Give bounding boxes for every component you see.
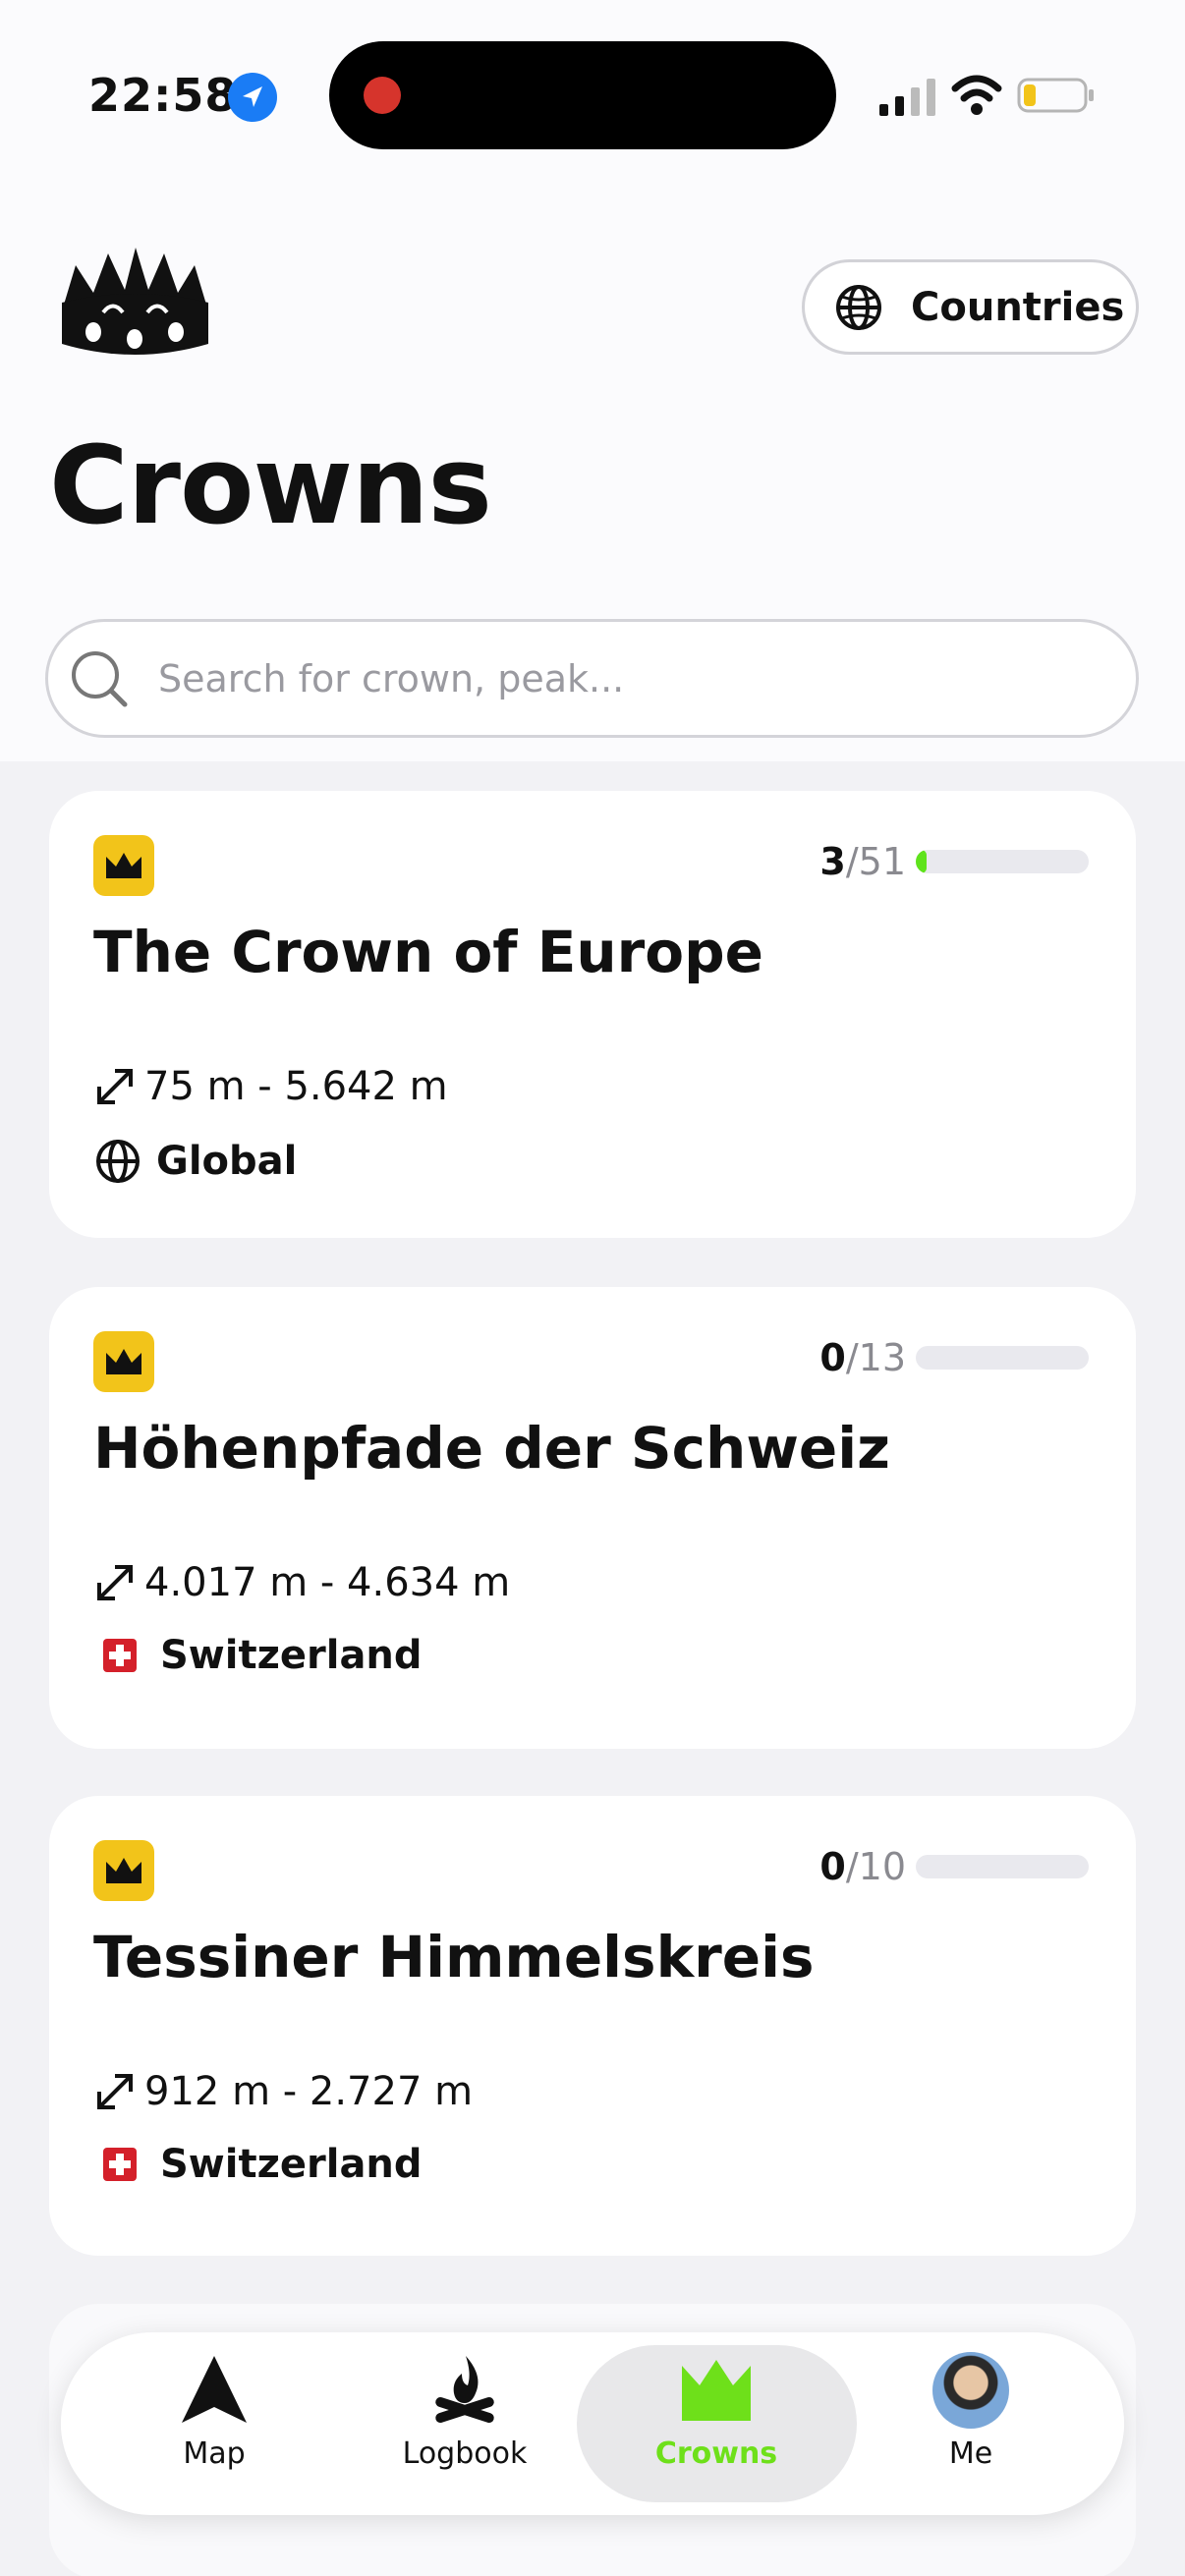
bottom-tab-bar: Map Logbook Crowns Me xyxy=(61,2332,1124,2515)
elevation-range: 912 m - 2.727 m xyxy=(93,2069,473,2114)
tab-label: Map xyxy=(183,2436,246,2471)
tab-label: Logbook xyxy=(402,2436,528,2471)
crown-progress: 3/51 xyxy=(819,840,1089,883)
swiss-flag-icon xyxy=(103,1639,137,1672)
tab-label: Crowns xyxy=(654,2436,778,2471)
crown-card[interactable]: 3/51 The Crown of Europe 75 m - 5.642 m … xyxy=(49,791,1136,1238)
countries-button[interactable]: Countries xyxy=(802,259,1139,355)
countries-label: Countries xyxy=(911,284,1125,330)
page-title: Crowns xyxy=(49,422,492,548)
progress-total: /10 xyxy=(845,1845,906,1888)
expand-arrows-icon xyxy=(97,2074,133,2109)
dynamic-island xyxy=(329,41,836,149)
globe-icon xyxy=(96,1140,140,1183)
tab-logbook[interactable]: Logbook xyxy=(367,2352,563,2499)
progress-bar xyxy=(916,1346,1089,1370)
crown-progress: 0/10 xyxy=(819,1845,1089,1888)
tab-me[interactable]: Me xyxy=(873,2352,1069,2499)
progress-bar-fill xyxy=(916,850,927,873)
elevation-range: 75 m - 5.642 m xyxy=(93,1064,448,1109)
swiss-flag-icon xyxy=(103,2148,137,2181)
elevation-range: 4.017 m - 4.634 m xyxy=(93,1560,510,1605)
crown-badge-icon xyxy=(93,835,154,896)
search-bar[interactable] xyxy=(45,619,1139,738)
progress-bar xyxy=(916,1855,1089,1878)
avatar xyxy=(932,2352,1009,2429)
region-label: Global xyxy=(156,1139,298,1184)
tab-crowns[interactable]: Crowns xyxy=(618,2352,815,2499)
cellular-signal-icon xyxy=(879,79,935,116)
elevation-range-text: 4.017 m - 4.634 m xyxy=(144,1560,511,1605)
progress-bar xyxy=(916,850,1089,873)
progress-completed: 0 xyxy=(819,1336,846,1379)
crown-badge-icon xyxy=(93,1331,154,1392)
recording-indicator-icon xyxy=(364,77,401,114)
tab-label: Me xyxy=(948,2436,993,2471)
crown-progress: 0/13 xyxy=(819,1336,1089,1379)
crown-card[interactable]: 0/13 Höhenpfade der Schweiz 4.017 m - 4.… xyxy=(49,1287,1136,1749)
status-time: 22:58 xyxy=(88,69,238,122)
battery-icon xyxy=(1017,78,1094,113)
wifi-icon xyxy=(951,75,1002,115)
status-bar: 22:58 xyxy=(0,0,1185,187)
crown-region: Switzerland xyxy=(93,1633,423,1678)
crown-title: Höhenpfade der Schweiz xyxy=(93,1415,890,1482)
progress-total: /13 xyxy=(845,1336,906,1379)
progress-completed: 0 xyxy=(819,1845,846,1888)
region-label: Switzerland xyxy=(160,2142,423,2187)
crown-badge-icon xyxy=(93,1840,154,1901)
crown-logo-icon xyxy=(62,248,208,355)
crown-card[interactable]: 0/10 Tessiner Himmelskreis 912 m - 2.727… xyxy=(49,1796,1136,2256)
elevation-range-text: 75 m - 5.642 m xyxy=(144,1064,448,1109)
region-label: Switzerland xyxy=(160,1633,423,1678)
expand-arrows-icon xyxy=(97,1069,133,1104)
search-input[interactable] xyxy=(158,656,1043,700)
crown-region: Global xyxy=(93,1137,297,1186)
elevation-range-text: 912 m - 2.727 m xyxy=(144,2069,474,2114)
location-arrow-icon xyxy=(228,73,277,122)
crown-icon xyxy=(682,2360,751,2421)
campfire-icon xyxy=(435,2356,494,2424)
progress-total: /51 xyxy=(845,840,906,883)
map-arrow-icon xyxy=(182,2356,247,2423)
crown-title: The Crown of Europe xyxy=(93,919,763,985)
search-icon xyxy=(72,650,128,706)
crown-region: Switzerland xyxy=(93,2142,423,2187)
tab-map[interactable]: Map xyxy=(116,2352,312,2499)
globe-icon xyxy=(836,284,881,330)
progress-completed: 3 xyxy=(819,840,846,883)
crown-title: Tessiner Himmelskreis xyxy=(93,1924,815,1990)
expand-arrows-icon xyxy=(97,1565,133,1600)
